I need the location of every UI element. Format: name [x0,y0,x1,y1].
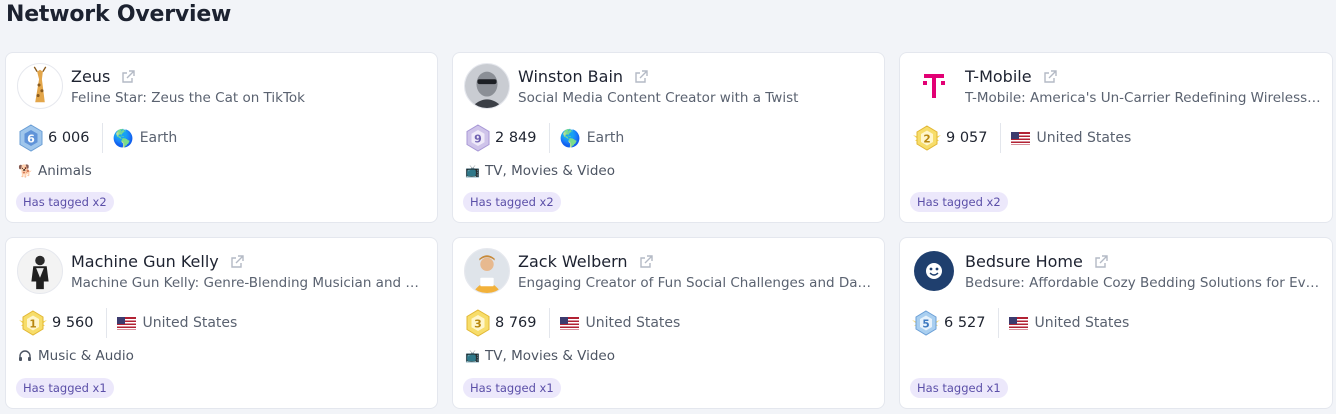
location-label: United States [1034,315,1130,331]
profile-card-t-mobile[interactable]: T-Mobile T-Mobile: America's Un-Carrier … [899,52,1333,223]
tag-count-badge: Has tagged x1 [910,378,1008,398]
external-link-icon[interactable] [1093,254,1109,270]
follower-count: 9 057 [946,130,988,146]
profile-card-zack-welbern[interactable]: Zack Welbern Engaging Creator of Fun Soc… [452,237,885,409]
stats-divider [999,123,1001,153]
tag-count-badge: Has tagged x2 [910,192,1008,212]
us-flag-icon [116,316,136,330]
rank-badge-icon: 9 [466,124,490,152]
stats-divider [101,123,103,153]
person-avatar-icon[interactable] [17,248,63,294]
giraffe-avatar-icon[interactable] [17,63,63,109]
network-grid: Zeus Feline Star: Zeus the Cat on TikTok… [5,52,1333,409]
rank-number: 9 [474,133,482,146]
profile-description: Bedsure: Affordable Cozy Bedding Solutio… [965,275,1321,291]
rank-badge-icon: 5 [912,310,940,336]
person-avatar-icon[interactable] [464,248,510,294]
rank-number: 2 [923,133,930,145]
stats-divider [548,123,550,153]
rank-number: 6 [27,133,35,146]
profile-name: Winston Bain [518,67,624,86]
profile-name: Bedsure Home [965,252,1083,271]
profile-description: Feline Star: Zeus the Cat on TikTok [71,90,305,106]
location-label: Earth [139,130,178,146]
us-flag-icon [1008,316,1028,330]
profile-name: T-Mobile [965,67,1032,86]
headphones-icon [19,350,31,361]
tag-count-badge: Has tagged x2 [16,192,114,212]
profile-description: Engaging Creator of Fun Social Challenge… [518,275,874,291]
us-flag-icon [1010,131,1030,145]
page-title: Network Overview [6,2,232,27]
profile-card-winston-bain[interactable]: Winston Bain Social Media Content Creato… [452,52,885,223]
tv-icon: 📺 [465,349,480,363]
rank-number: 3 [474,318,482,331]
external-link-icon[interactable] [120,69,136,85]
animals-icon: 🐕 [18,164,33,178]
profile-card-zeus[interactable]: Zeus Feline Star: Zeus the Cat on TikTok… [5,52,438,223]
tmobile-logo-icon[interactable] [911,63,957,109]
stats-divider [997,308,999,338]
profile-name: Zeus [71,67,111,86]
profile-name: Machine Gun Kelly [71,252,219,271]
profile-name: Zack Welbern [518,252,628,271]
tag-count-badge: Has tagged x2 [463,192,561,212]
bedsure-logo-icon[interactable] [911,248,957,294]
location-label: United States [142,315,238,331]
rank-number: 5 [922,318,929,330]
follower-count: 9 560 [52,315,94,331]
tv-icon: 📺 [465,164,480,178]
rank-number: 1 [29,318,36,330]
location-label: United States [1036,130,1132,146]
follower-count: 6 527 [944,315,986,331]
location-label: Earth [586,130,625,146]
profile-card-machine-gun-kelly[interactable]: Machine Gun Kelly Machine Gun Kelly: Gen… [5,237,438,409]
category-label: Animals [38,163,92,179]
rank-badge-icon: 1 [19,310,47,336]
profile-description: Social Media Content Creator with a Twis… [518,90,799,106]
category-label: TV, Movies & Video [485,348,615,364]
rank-badge-icon: 3 [466,309,490,337]
rank-badge-icon: 6 [19,124,43,152]
earth-globe-icon: 🌎 [559,128,581,148]
follower-count: 8 769 [495,315,537,331]
category-label: Music & Audio [38,348,134,364]
external-link-icon[interactable] [229,254,245,270]
profile-description: T-Mobile: America's Un-Carrier Redefinin… [965,90,1321,106]
profile-card-bedsure-home[interactable]: Bedsure Home Bedsure: Affordable Cozy Be… [899,237,1333,409]
tag-count-badge: Has tagged x1 [463,378,561,398]
follower-count: 6 006 [48,130,90,146]
stats-divider [105,308,107,338]
profile-description: Machine Gun Kelly: Genre-Blending Musici… [71,275,427,291]
external-link-icon[interactable] [633,69,649,85]
person-sunglasses-avatar-icon[interactable] [464,63,510,109]
tag-count-badge: Has tagged x1 [16,378,114,398]
location-label: United States [585,315,681,331]
category-label: TV, Movies & Video [485,163,615,179]
rank-badge-icon: 2 [913,125,941,151]
external-link-icon[interactable] [1042,69,1058,85]
us-flag-icon [559,316,579,330]
external-link-icon[interactable] [638,254,654,270]
follower-count: 2 849 [495,130,537,146]
stats-divider [548,308,550,338]
earth-globe-icon: 🌎 [112,128,134,148]
